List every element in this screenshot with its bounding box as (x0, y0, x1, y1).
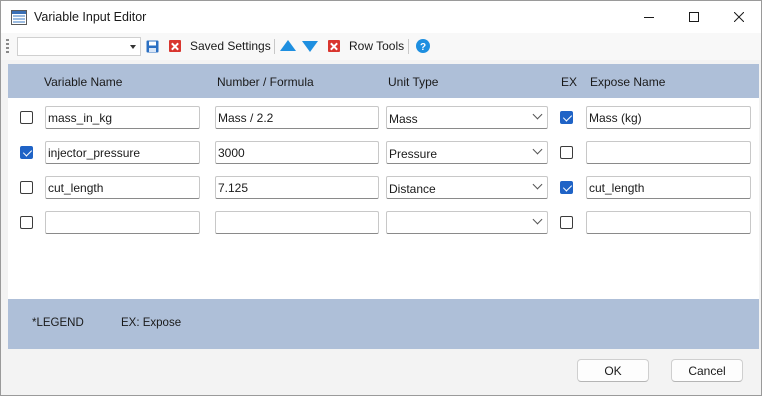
cancel-button[interactable]: Cancel (671, 359, 743, 382)
row-select-checkbox[interactable] (20, 181, 33, 194)
variable-input-editor-window: Variable Input Editor Saved Settings Row… (0, 0, 762, 396)
floppy-disk-icon (146, 40, 159, 52)
table-row (8, 211, 759, 235)
move-up-button[interactable] (280, 38, 296, 54)
unit-type-select[interactable]: Pressure (386, 141, 548, 164)
close-button[interactable] (716, 1, 762, 33)
chevron-down-icon (130, 45, 136, 49)
formula-field[interactable]: 7.125 (215, 176, 379, 199)
close-icon (734, 12, 744, 22)
row-select-checkbox[interactable] (20, 216, 33, 229)
row-tools-button[interactable]: Row Tools (349, 38, 404, 54)
svg-text:?: ? (420, 42, 426, 53)
grid-header: Variable Name Number / Formula Unit Type… (8, 64, 759, 98)
column-header-ex: EX (561, 75, 578, 89)
move-down-button[interactable] (302, 38, 318, 54)
expose-checkbox[interactable] (560, 111, 573, 124)
saved-settings-button[interactable]: Saved Settings (190, 38, 271, 54)
variables-grid: Variable Name Number / Formula Unit Type… (8, 64, 759, 299)
saved-settings-label: Saved Settings (190, 39, 271, 53)
legend-title: *LEGEND (32, 317, 84, 329)
table-row: injector_pressure 3000 Pressure (8, 141, 759, 165)
toolbar: Saved Settings Row Tools ? (1, 33, 761, 60)
maximize-button[interactable] (671, 1, 717, 33)
column-header-variable-name: Variable Name (44, 75, 123, 89)
legend-ex-note: EX: Expose (121, 317, 182, 329)
expose-name-field[interactable] (586, 211, 751, 234)
save-button[interactable] (146, 38, 159, 54)
legend-panel: *LEGEND EX: Expose (8, 299, 759, 349)
unit-type-value: Mass (389, 112, 418, 126)
expose-checkbox[interactable] (560, 146, 573, 159)
row-tools-label: Row Tools (349, 39, 405, 53)
chevron-down-icon (532, 109, 543, 120)
expose-checkbox[interactable] (560, 181, 573, 194)
delete-icon (169, 40, 181, 52)
title-bar: Variable Input Editor (1, 1, 761, 33)
expose-name-field[interactable]: cut_length (586, 176, 751, 199)
variable-name-field[interactable]: mass_in_kg (45, 106, 200, 129)
unit-type-select[interactable] (386, 211, 548, 234)
toolbar-separator (274, 39, 275, 54)
column-header-expose-name: Expose Name (590, 75, 666, 89)
unit-type-value: Pressure (389, 147, 438, 161)
minimize-button[interactable] (626, 1, 672, 33)
delete-icon (328, 40, 340, 52)
unit-type-select[interactable]: Mass (386, 106, 548, 129)
maximize-icon (689, 12, 699, 22)
toolbar-separator (408, 39, 409, 54)
row-select-checkbox[interactable] (20, 111, 33, 124)
minimize-icon (644, 17, 654, 18)
formula-field[interactable] (215, 211, 379, 234)
row-select-checkbox[interactable] (20, 146, 33, 159)
unit-type-value: Distance (389, 182, 436, 196)
delete-row-button[interactable] (328, 38, 340, 54)
settings-combo[interactable] (17, 37, 141, 56)
help-button[interactable]: ? (416, 38, 430, 54)
ok-button[interactable]: OK (577, 359, 649, 382)
table-row: cut_length 7.125 Distance cut_length (8, 176, 759, 200)
column-header-number-formula: Number / Formula (217, 75, 314, 89)
unit-type-select[interactable]: Distance (386, 176, 548, 199)
window-title: Variable Input Editor (34, 10, 147, 24)
expose-name-field[interactable]: Mass (kg) (586, 106, 751, 129)
formula-field[interactable]: 3000 (215, 141, 379, 164)
column-header-unit-type: Unit Type (388, 75, 439, 89)
formula-field[interactable]: Mass / 2.2 (215, 106, 379, 129)
chevron-down-icon (532, 179, 543, 190)
spreadsheet-icon (11, 10, 27, 25)
table-row: mass_in_kg Mass / 2.2 Mass Mass (kg) (8, 106, 759, 130)
variable-name-field[interactable]: injector_pressure (45, 141, 200, 164)
chevron-down-icon (532, 214, 543, 225)
arrow-down-icon (302, 41, 318, 52)
expose-checkbox[interactable] (560, 216, 573, 229)
delete-settings-button[interactable] (169, 38, 181, 54)
variable-name-field[interactable] (45, 211, 200, 234)
help-icon: ? (416, 39, 430, 53)
expose-name-field[interactable] (586, 141, 751, 164)
variable-name-field[interactable]: cut_length (45, 176, 200, 199)
toolbar-grip[interactable] (6, 39, 9, 53)
arrow-up-icon (280, 40, 296, 51)
chevron-down-icon (532, 144, 543, 155)
